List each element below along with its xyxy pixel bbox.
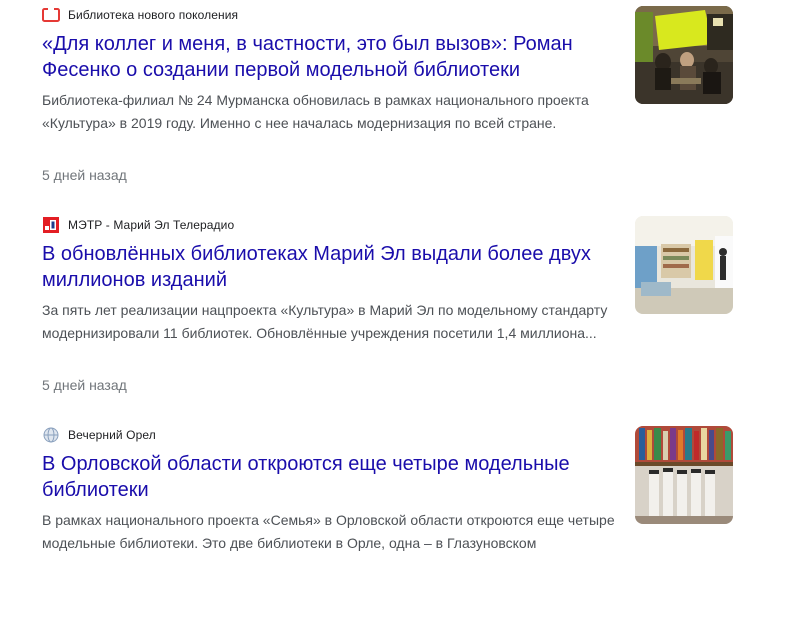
source-name: Библиотека нового поколения: [68, 8, 239, 22]
source-name: Вечерний Орел: [68, 428, 156, 442]
news-result-card[interactable]: Библиотека нового поколения «Для коллег …: [0, 0, 800, 210]
news-timestamp: 5 дней назад: [42, 167, 127, 183]
books-on-shelf-photo: [635, 426, 733, 524]
news-source[interactable]: Вечерний Орел: [42, 426, 156, 444]
news-source[interactable]: Библиотека нового поколения: [42, 6, 238, 24]
news-result-card[interactable]: МЭТР - Марий Эл Телерадио В обновлённых …: [0, 210, 800, 420]
modern-library-hall-photo: [635, 216, 733, 314]
library-reading-room-photo: [635, 6, 733, 104]
news-title-link[interactable]: В Орловской области откроются еще четыре…: [42, 451, 622, 503]
globe-icon: [42, 426, 60, 444]
news-thumbnail[interactable]: [635, 6, 733, 104]
news-title-link[interactable]: В обновлённых библиотеках Марий Эл выдал…: [42, 241, 622, 293]
news-title-link[interactable]: «Для коллег и меня, в частности, это был…: [42, 31, 622, 83]
news-snippet: За пять лет реализации нацпроекта «Культ…: [42, 302, 608, 341]
library-logo-icon: [42, 6, 60, 24]
news-snippet: В рамках национального проекта «Семья» в…: [42, 512, 615, 551]
news-thumbnail[interactable]: [635, 216, 733, 314]
news-snippet: Библиотека-филиал № 24 Мурманска обновил…: [42, 92, 589, 131]
news-thumbnail[interactable]: [635, 426, 733, 524]
news-timestamp: 5 дней назад: [42, 377, 127, 393]
news-source[interactable]: МЭТР - Марий Эл Телерадио: [42, 216, 234, 234]
news-result-card[interactable]: Вечерний Орел В Орловской области открою…: [0, 420, 800, 630]
metr-logo-icon: [42, 216, 60, 234]
source-name: МЭТР - Марий Эл Телерадио: [68, 218, 235, 232]
